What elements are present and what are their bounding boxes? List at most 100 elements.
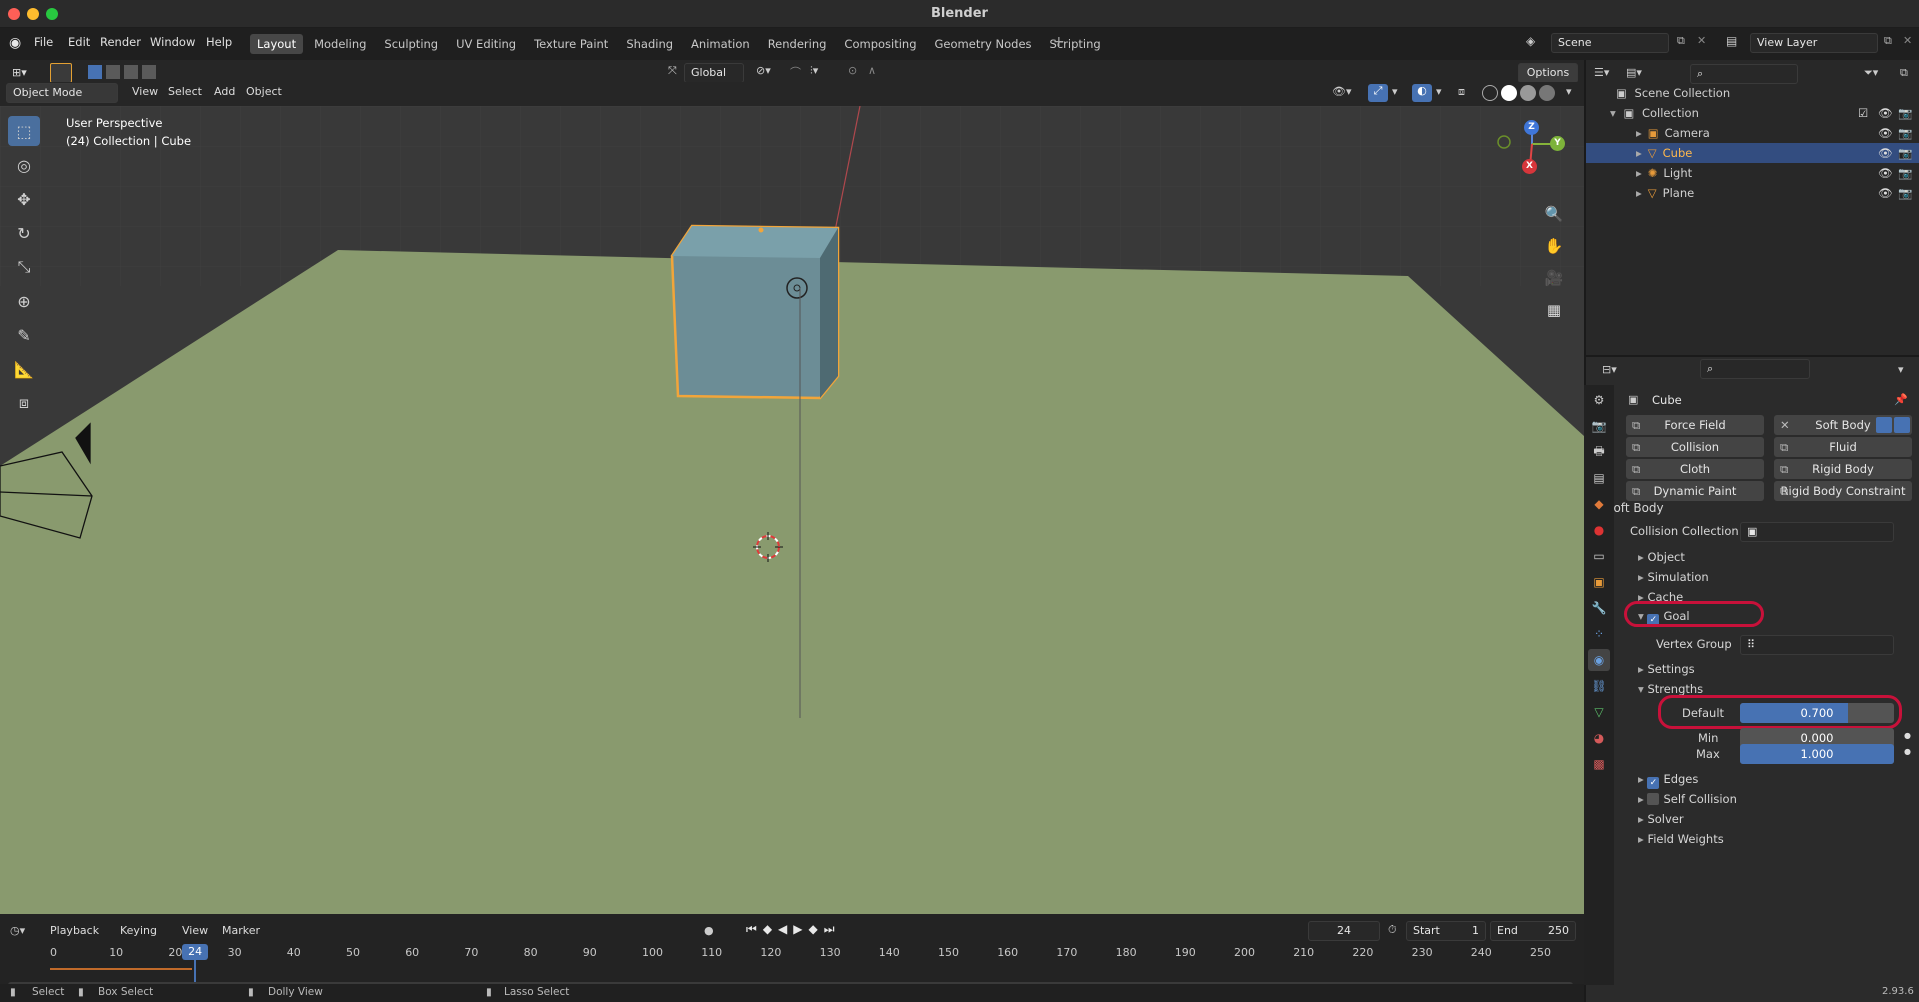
- falloff-icon[interactable]: ∧: [868, 64, 876, 77]
- visibility-eye-icon[interactable]: 👁: [1878, 163, 1893, 183]
- edges-checkbox[interactable]: ✓: [1647, 777, 1660, 789]
- next-keyframe-icon[interactable]: ◆: [809, 922, 818, 937]
- outliner-collection[interactable]: ▾ ▣ Collection ☑ 👁 📷: [1586, 103, 1919, 123]
- strengths-subpanel[interactable]: ▾ Strengths: [1638, 682, 1703, 696]
- view-layer-field[interactable]: View Layer: [1750, 33, 1878, 53]
- expand-arrow-icon[interactable]: ▸: [1636, 146, 1642, 160]
- select-box-tool-icon[interactable]: ⬚: [8, 116, 40, 146]
- new-view-layer-icon[interactable]: ⧉: [1884, 34, 1892, 48]
- play-icon[interactable]: ▶: [793, 922, 802, 937]
- soft-body-button[interactable]: ✕ Soft Body: [1774, 415, 1912, 435]
- play-reverse-icon[interactable]: ◀: [778, 922, 787, 937]
- show-in-render-icon[interactable]: [1876, 417, 1892, 433]
- current-frame-field[interactable]: 24: [1308, 921, 1380, 941]
- keyframe-dot-icon[interactable]: ●: [1904, 731, 1911, 740]
- expand-arrow-icon[interactable]: ▸: [1636, 166, 1642, 180]
- solver-subpanel[interactable]: ▸ Solver: [1638, 812, 1684, 826]
- snap-target-icon[interactable]: ⫶▾: [810, 64, 818, 78]
- proportional-edit-icon[interactable]: ⊙: [848, 64, 857, 77]
- select-tool-icon[interactable]: [50, 63, 72, 83]
- add-cube-tool-icon[interactable]: ⧈: [8, 388, 40, 418]
- viewport-menu-object[interactable]: Object: [240, 83, 288, 103]
- data-tab-icon[interactable]: ▽: [1588, 701, 1610, 723]
- blender-logo-icon[interactable]: ◉: [9, 35, 21, 51]
- scene-icon[interactable]: ◈: [1526, 34, 1535, 48]
- settings-subpanel[interactable]: ▸ Settings: [1638, 662, 1695, 676]
- transform-orientation-dropdown[interactable]: Global: [684, 63, 744, 83]
- modifiers-tab-icon[interactable]: 🔧: [1588, 597, 1610, 619]
- workspace-tab-geometry-nodes[interactable]: Geometry Nodes: [928, 34, 1039, 54]
- outliner-item-light[interactable]: ▸ ✺ Light 👁 📷: [1586, 163, 1919, 183]
- outliner-search-input[interactable]: ⌕: [1690, 64, 1798, 84]
- gizmo-toggle-icon[interactable]: ⤢: [1368, 84, 1388, 102]
- menu-edit[interactable]: Edit: [68, 35, 90, 49]
- particles-tab-icon[interactable]: ⁘: [1588, 623, 1610, 645]
- gizmo-x-icon[interactable]: X: [1522, 159, 1537, 174]
- view-layer-tab-icon[interactable]: ▤: [1588, 467, 1610, 489]
- workspace-tab-modeling[interactable]: Modeling: [307, 34, 373, 54]
- field-weights-subpanel[interactable]: ▸ Field Weights: [1638, 832, 1724, 846]
- keyframe-dot-icon[interactable]: ●: [1904, 747, 1911, 756]
- outliner-scene-collection[interactable]: ▣ Scene Collection: [1586, 83, 1919, 103]
- visibility-eye-icon[interactable]: 👁: [1878, 143, 1893, 163]
- new-collection-icon[interactable]: ⧉: [1900, 66, 1908, 80]
- workspace-tab-sculpting[interactable]: Sculpting: [377, 34, 445, 54]
- pan-hand-icon[interactable]: ✋: [1540, 232, 1568, 260]
- end-frame-field[interactable]: End 250: [1490, 921, 1576, 941]
- outliner-editor-icon[interactable]: ☰▾: [1594, 66, 1609, 79]
- timeline-menu-view[interactable]: View: [176, 922, 214, 942]
- shading-dropdown-icon[interactable]: ▾: [1566, 85, 1572, 98]
- workspace-tab-compositing[interactable]: Compositing: [837, 34, 923, 54]
- annotate-tool-icon[interactable]: ✎: [8, 320, 40, 350]
- outliner-item-cube[interactable]: ▸ ▽ Cube 👁 📷: [1586, 143, 1919, 163]
- measure-tool-icon[interactable]: 📐: [8, 354, 40, 384]
- collapse-arrow-icon[interactable]: ▾: [1610, 106, 1616, 120]
- collection-render-icon[interactable]: 📷: [1898, 103, 1912, 123]
- filter-icon[interactable]: ⏷▾: [1864, 66, 1878, 80]
- zoom-icon[interactable]: 🔍: [1540, 200, 1568, 228]
- workspace-tab-texture-paint[interactable]: Texture Paint: [527, 34, 615, 54]
- overlay-toggle-icon[interactable]: ◐: [1412, 84, 1432, 102]
- workspace-tab-shading[interactable]: Shading: [619, 34, 680, 54]
- timeline-menu-keying[interactable]: Keying: [114, 922, 163, 942]
- material-tab-icon[interactable]: ◕: [1588, 727, 1610, 749]
- visibility-eye-icon[interactable]: 👁: [1878, 183, 1893, 203]
- vertex-group-field[interactable]: ⠿: [1740, 635, 1894, 655]
- expand-arrow-icon[interactable]: ▸: [1636, 186, 1642, 200]
- collision-collection-field[interactable]: ▣: [1740, 522, 1894, 542]
- properties-search-input[interactable]: ⌕: [1700, 359, 1810, 379]
- workspace-tab-animation[interactable]: Animation: [684, 34, 757, 54]
- properties-editor-icon[interactable]: ⊟▾: [1602, 363, 1617, 376]
- tool-tab-icon[interactable]: ⚙: [1588, 389, 1610, 411]
- add-workspace-icon[interactable]: +: [1053, 34, 1065, 50]
- rigid-body-button[interactable]: ⧉ Rigid Body: [1774, 459, 1912, 479]
- viewport-menu-select[interactable]: Select: [162, 83, 208, 103]
- selection-mode-icons[interactable]: [88, 65, 156, 79]
- viewport-menu-view[interactable]: View: [126, 83, 164, 103]
- collection-visibility-icon[interactable]: 👁: [1878, 103, 1893, 123]
- gizmo-z-icon[interactable]: Z: [1524, 120, 1539, 135]
- output-tab-icon[interactable]: 🖶: [1588, 441, 1610, 463]
- snap-icon[interactable]: ⌒: [790, 64, 801, 80]
- overlay-dropdown-icon[interactable]: ▾: [1436, 85, 1442, 98]
- 3d-viewport[interactable]: User Perspective (24) Collection | Cube …: [0, 106, 1584, 914]
- shading-mode-icons[interactable]: [1482, 85, 1555, 101]
- editor-type-icon[interactable]: ⊞▾: [6, 64, 33, 84]
- display-mode-icon[interactable]: ▤▾: [1626, 66, 1642, 79]
- physics-tab-icon[interactable]: ◉: [1588, 649, 1610, 671]
- outliner-item-plane[interactable]: ▸ ▽ Plane 👁 📷: [1586, 183, 1919, 203]
- menu-file[interactable]: File: [34, 35, 53, 49]
- expand-arrow-icon[interactable]: ▸: [1636, 126, 1642, 140]
- visibility-icon[interactable]: 👁▾: [1332, 85, 1352, 98]
- scene-field[interactable]: Scene: [1551, 33, 1669, 53]
- jump-end-icon[interactable]: ⏭: [824, 922, 835, 937]
- constraints-tab-icon[interactable]: ⛓: [1588, 675, 1610, 697]
- properties-options-icon[interactable]: ▾: [1898, 363, 1904, 376]
- timeline-menu-playback[interactable]: Playback: [44, 922, 105, 942]
- scale-tool-icon[interactable]: ⤡: [8, 252, 40, 282]
- move-tool-icon[interactable]: ✥: [8, 184, 40, 214]
- delete-view-layer-icon[interactable]: ✕: [1903, 34, 1912, 47]
- object-subpanel[interactable]: ▸ Object: [1638, 550, 1685, 564]
- render-camera-icon[interactable]: 📷: [1898, 183, 1912, 203]
- render-camera-icon[interactable]: 📷: [1898, 163, 1912, 183]
